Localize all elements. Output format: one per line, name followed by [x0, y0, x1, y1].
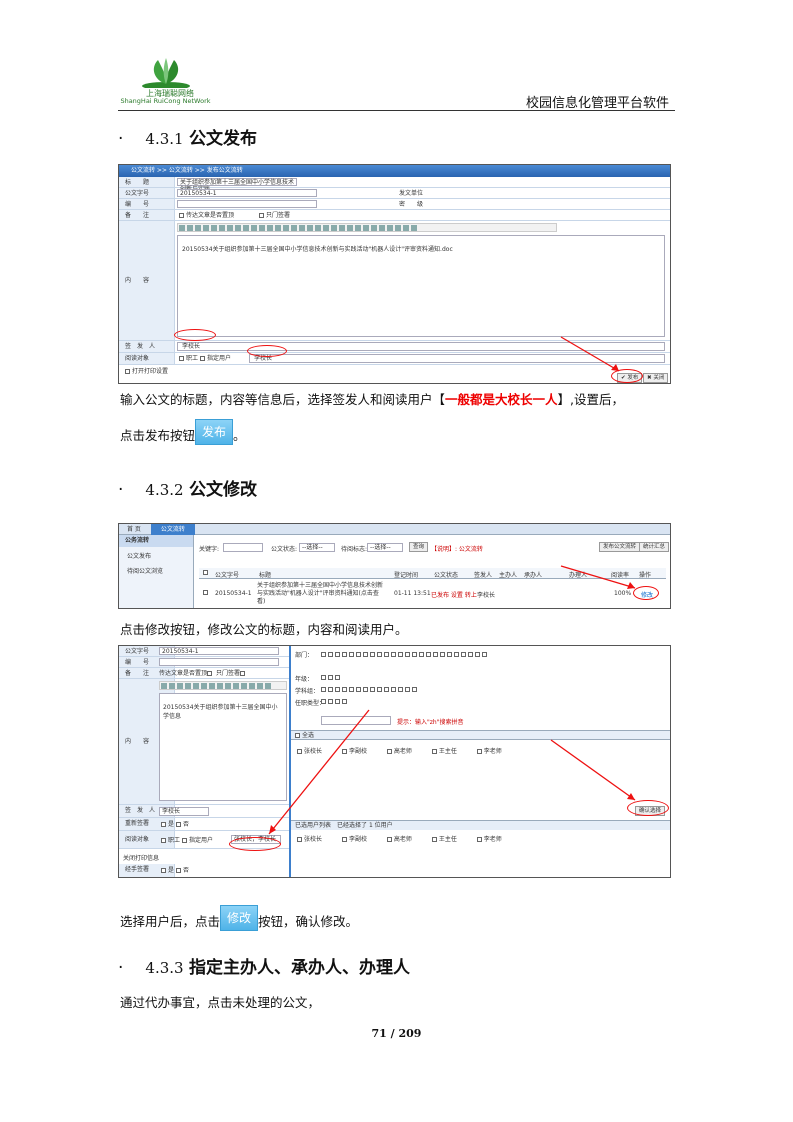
stats-button[interactable]: 统计汇总 [639, 542, 670, 552]
resign-no-radio[interactable] [175, 822, 181, 827]
dialog-dept-options[interactable] [321, 650, 661, 659]
leaf-logo-icon [142, 58, 190, 88]
label-unit: 发文单位 [399, 190, 424, 197]
dialog-hint: 提示：输入"zh"搜索拼音 [397, 719, 464, 726]
page-number: 71 / 209 [371, 1027, 422, 1040]
selected-user-item[interactable]: 李老师 [476, 836, 502, 843]
label-doc-no: 公文字号 [119, 188, 175, 198]
dialog-subject-options[interactable] [321, 686, 661, 693]
section-heading-431: · 4.3.1 公文发布 [118, 129, 257, 149]
close-button[interactable]: ✖ 关闭 [643, 373, 669, 383]
paragraph-confirm: 选择用户后，点击 修改 按钮，确认修改。 [120, 905, 358, 931]
print-label: 打开打印设置 [132, 368, 169, 375]
selected-user-item[interactable]: 王主任 [431, 836, 457, 843]
query-button[interactable]: 查询 [409, 542, 429, 552]
dialog-grade-label: 年级： [295, 676, 314, 683]
highlight-reader [247, 345, 287, 357]
sign-select[interactable]: --选择-- [367, 543, 403, 552]
logo-en-text: ShangHai RuiCong NetWork [120, 97, 211, 105]
paragraph-publish-1: 输入公文的标题，内容等信息后，选择签发人和阅读用户【一般都是大校长一人】,设置后… [120, 392, 625, 407]
label-reader: 阅读对象 [119, 353, 175, 364]
resign-yes-radio[interactable] [161, 822, 166, 827]
label-signer: 签 发 人 [119, 341, 175, 352]
sign-checkbox[interactable] [259, 213, 264, 218]
doc-no-input[interactable]: 20150534-1 [159, 647, 279, 655]
paragraph-modify: 点击修改按钮，修改公文的标题，内容和阅读用户。 [120, 622, 408, 637]
sign-label: 只门签署 [266, 212, 291, 219]
serial-input[interactable] [159, 658, 279, 666]
sidebar-title: 公务流转 [119, 535, 193, 547]
reader-radio-user[interactable] [199, 356, 205, 361]
screenshot-doc-list: 首 页 公文流转 公务流转 公文发布 待阅公文浏览 关键字: 公文状态: --选… [118, 523, 671, 609]
sidebar: 公务流转 公文发布 待阅公文浏览 [119, 535, 194, 608]
pin-label: 传达文章是否置顶 [186, 212, 235, 219]
paragraph-publish-2: 点击发布按钮 发布。 [120, 419, 246, 445]
arrow-publish-icon [560, 336, 620, 372]
print-checkbox[interactable] [125, 369, 130, 374]
section-heading-432: · 4.3.2 公文修改 [118, 480, 257, 500]
inline-publish-button: 发布 [195, 419, 234, 445]
check-yes-radio[interactable] [161, 868, 166, 873]
company-logo: 上海瑞聪网络 ShangHai RuiCong NetWork [118, 56, 213, 108]
user-item[interactable]: 高老师 [386, 748, 412, 755]
selected-user-item[interactable]: 高老师 [386, 836, 412, 843]
highlight-signer [174, 329, 216, 341]
dialog-subject-label: 学科组： [295, 688, 320, 695]
section-heading-433: · 4.3.3 指定主办人、承办人、办理人 [118, 958, 410, 978]
user-item[interactable]: 李老师 [476, 748, 502, 755]
keyword-input[interactable] [223, 543, 263, 552]
user-item[interactable]: 王主任 [431, 748, 457, 755]
editor-toolbar[interactable] [177, 223, 557, 232]
content-editor[interactable]: 20150534关于组织参加第十三届全国中小学信息技术创新与实践活动"机器人设计… [177, 235, 665, 337]
sign-checkbox[interactable] [239, 671, 245, 676]
pin-checkbox[interactable] [207, 671, 213, 676]
serial-input[interactable] [177, 200, 317, 208]
label-content: 内 容 [119, 221, 175, 340]
state-label: 公文状态: [271, 546, 298, 553]
pin-checkbox[interactable] [179, 213, 184, 218]
attachment-link[interactable]: 20150534关于组织参加第十三届全国中小学信息技术创新与实践活动"机器人设计… [178, 236, 664, 261]
screenshot-publish-form: 公文流转 >> 公文流转 >> 发布公文流转 标 题 关于组织参加第十三届全国中… [118, 164, 671, 384]
breadcrumb: 公文流转 >> 公文流转 >> 发布公文流转 [119, 165, 670, 177]
doc-no-input[interactable]: 2015053​4-1 [177, 189, 317, 197]
dialog-role-options[interactable] [321, 698, 349, 705]
screenshot-modify-form: 公文字号 20150534-1 编 号 备 注 传达文章是否置顶 只门签署 内 … [118, 645, 671, 878]
check-no-radio[interactable] [175, 868, 181, 873]
title-input[interactable]: 关于组织参加第十三届全国中小学信息技术创新与实践 [177, 178, 297, 193]
label-remark: 备 注 [119, 210, 175, 220]
signer-field[interactable]: 李校长 [159, 807, 209, 816]
search-label: 关键字: [199, 546, 220, 553]
header-divider [118, 110, 675, 111]
label-serial: 编 号 [119, 199, 175, 209]
arrow-confirm-icon [550, 739, 636, 801]
tab-home[interactable]: 首 页 [119, 524, 149, 535]
arrow-reader-icon [268, 709, 370, 835]
sidebar-item-read[interactable]: 待阅公文浏览 [119, 564, 193, 577]
arrow-modify-icon [560, 565, 636, 589]
dialog-dept-label: 部门： [295, 652, 314, 659]
label-title: 标 题 [119, 177, 175, 187]
row-title-link[interactable]: 关于组织参加第十三届全国中小学信息技术创新与实践活动"机器人设计"评审资料通知(… [257, 582, 387, 606]
tab-doc-flow[interactable]: 公文流转 [150, 524, 195, 535]
label-secret: 密 级 [399, 201, 424, 208]
state-select[interactable]: --选择-- [299, 543, 335, 552]
reader-radio-user[interactable] [181, 838, 187, 843]
paragraph-assign: 通过代办事宜，点击未处理的公文， [120, 995, 321, 1010]
select-all-checkbox[interactable] [203, 570, 208, 575]
editor-toolbar[interactable] [159, 681, 287, 690]
row-checkbox[interactable] [203, 590, 208, 595]
header-title: 校园信息化管理平台软件 [525, 96, 669, 111]
dialog-grade-options[interactable] [321, 674, 342, 681]
sign-label: 待阅标志: [341, 546, 368, 553]
sidebar-item-publish[interactable]: 公文发布 [119, 547, 193, 564]
publish-doc-button[interactable]: 发布公文流转 [599, 542, 641, 552]
reader-radio-staff[interactable] [179, 356, 184, 361]
reader-radio-staff[interactable] [161, 838, 166, 843]
hint-text: 【说明】: 公文流转 [431, 546, 483, 553]
close-print-label: 关闭打印信息 [123, 855, 160, 862]
inline-modify-button: 修改 [220, 905, 259, 931]
